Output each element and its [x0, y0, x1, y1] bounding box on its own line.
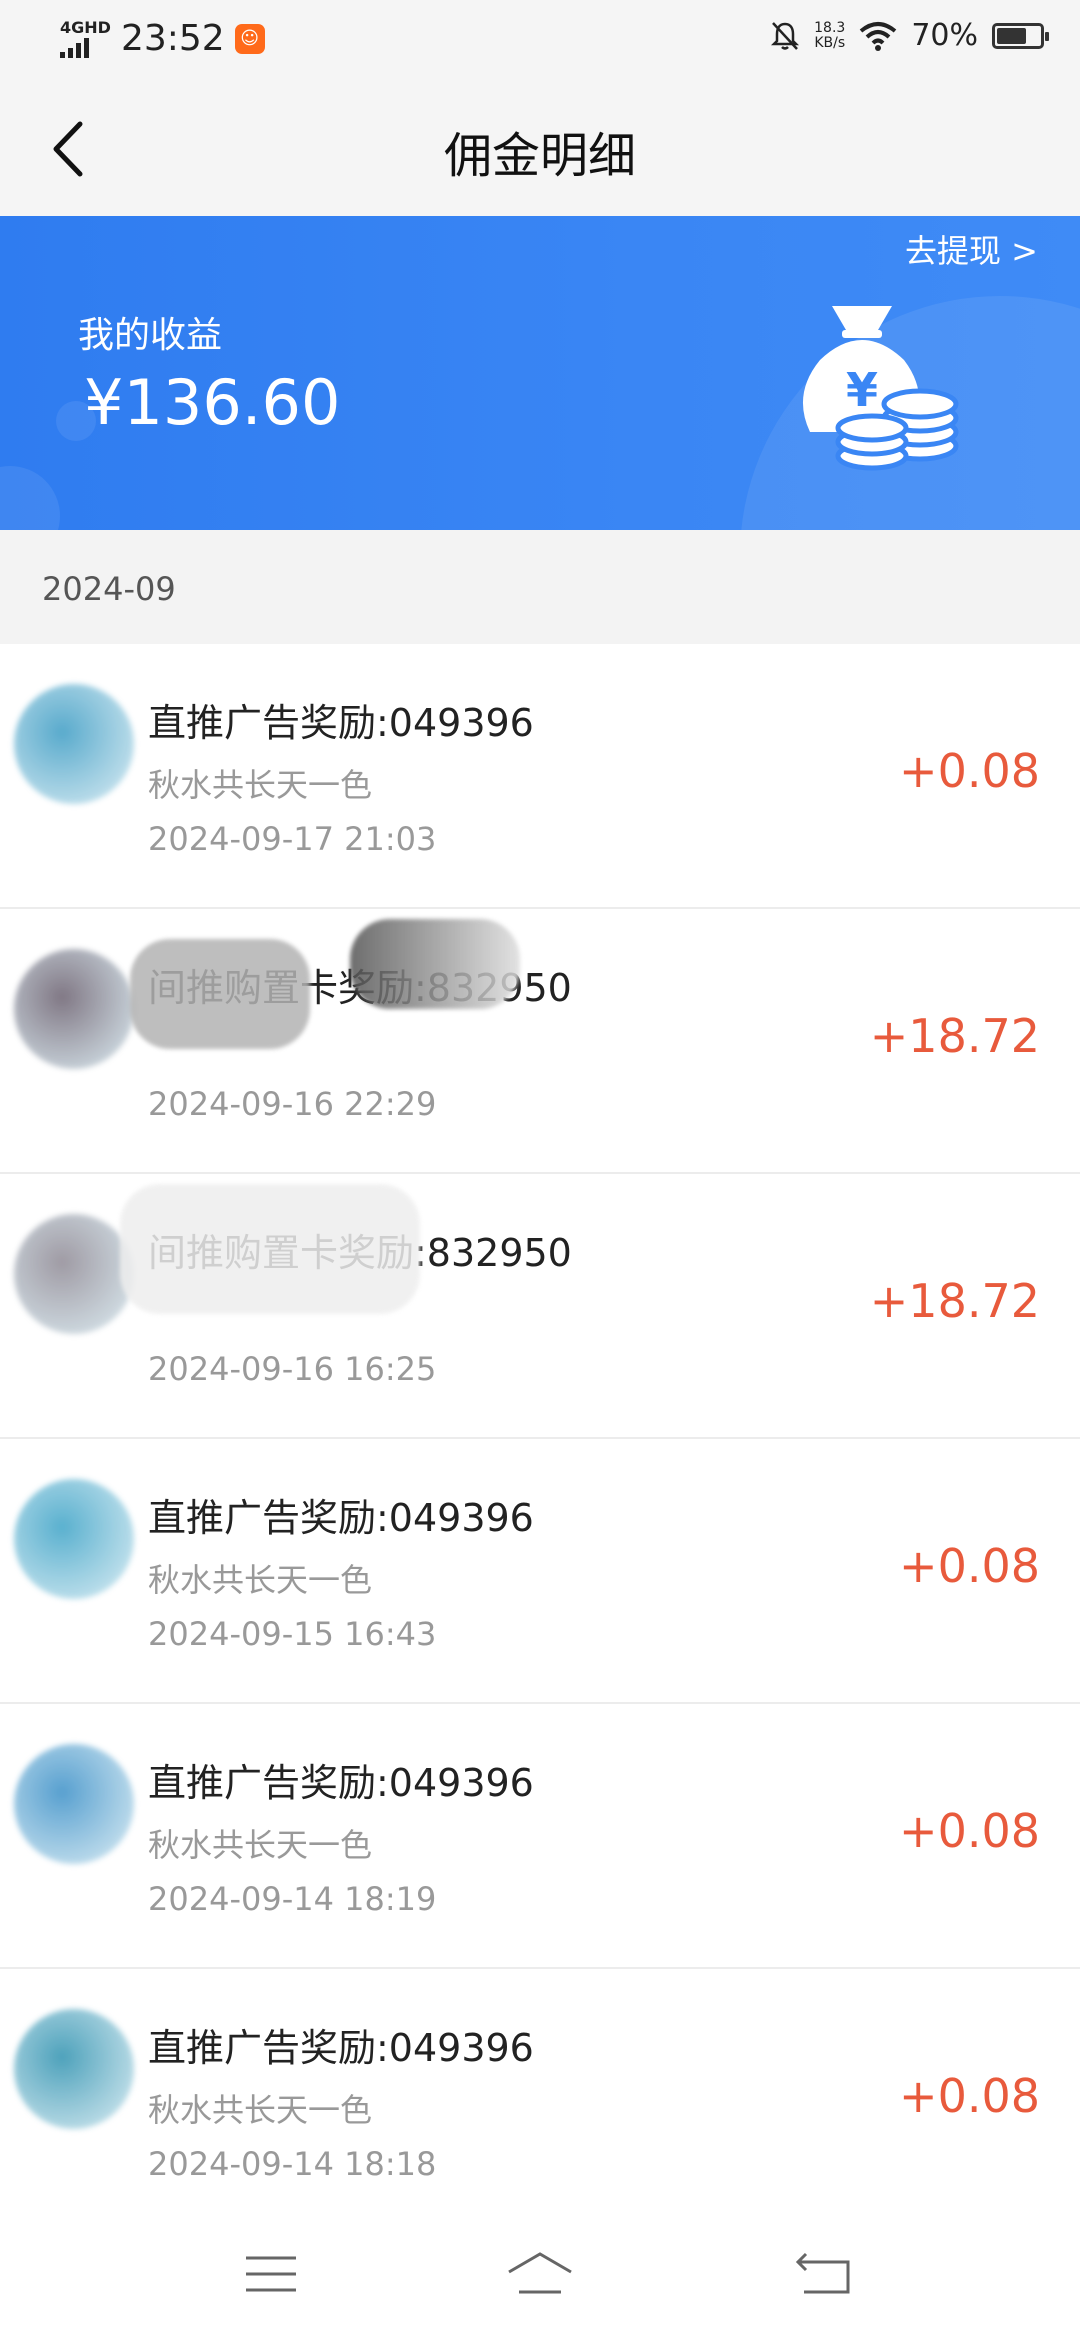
record-time: 2024-09-14 18:18	[148, 2145, 437, 2183]
status-left: 4GHD 23:52 ☺	[60, 18, 265, 59]
record-time: 2024-09-16 22:29	[148, 1085, 437, 1123]
record-amount: +0.08	[899, 1539, 1040, 1593]
app-notification-icon: ☺	[234, 23, 265, 54]
network-indicator: 4GHD	[60, 17, 111, 58]
record-amount: +18.72	[869, 1009, 1040, 1063]
record-amount: +0.08	[899, 1804, 1040, 1858]
earnings-banner: 去提现 > 我的收益 ¥136.60 ¥	[0, 216, 1080, 530]
record-title: 直推广告奖励:049396	[148, 701, 534, 745]
wifi-icon	[860, 21, 897, 51]
withdraw-link[interactable]: 去提现 >	[905, 226, 1038, 272]
record-time: 2024-09-14 18:19	[148, 1880, 437, 1918]
speed-value: 18.3	[814, 19, 846, 36]
redaction-scribble	[120, 1184, 420, 1314]
nav-bar: 佣金明细	[0, 84, 1080, 216]
month-header: 2024-09	[0, 530, 1080, 644]
record-title: 直推广告奖励:049396	[148, 1761, 534, 1805]
network-speed: 18.3 KB/s	[814, 19, 846, 51]
avatar	[14, 684, 134, 804]
home-icon[interactable]	[505, 2248, 575, 2300]
page-title: 佣金明细	[443, 128, 636, 184]
list-item[interactable]: 直推广告奖励:049396 秋水共长天一色 2024-09-15 16:43 +…	[0, 1439, 1080, 1704]
avatar	[14, 1479, 134, 1599]
record-title: 直推广告奖励:049396	[148, 1496, 534, 1540]
network-type: 4GHD	[60, 17, 111, 37]
redaction-scribble	[130, 939, 310, 1049]
mute-bell-icon	[771, 21, 800, 50]
list-item[interactable]: 直推广告奖励:049396 秋水共长天一色 2024-09-14 18:18 +…	[0, 1969, 1080, 2234]
record-time: 2024-09-17 21:03	[148, 820, 437, 858]
avatar	[14, 1744, 134, 1864]
list-item[interactable]: 直推广告奖励:049396 秋水共长天一色 2024-09-14 18:19 +…	[0, 1704, 1080, 1969]
record-amount: +0.08	[899, 744, 1040, 798]
signal-icon	[60, 36, 111, 58]
record-time: 2024-09-16 16:25	[148, 1350, 437, 1388]
battery-percent: 70%	[911, 18, 978, 53]
record-time: 2024-09-15 16:43	[148, 1615, 437, 1653]
record-amount: +18.72	[869, 1274, 1040, 1328]
record-subtitle: 秋水共长天一色	[148, 766, 373, 804]
money-bag-icon: ¥	[802, 306, 959, 471]
back-icon[interactable]	[790, 2248, 860, 2300]
status-right: 18.3 KB/s 70%	[770, 18, 1049, 53]
svg-text:¥: ¥	[846, 363, 878, 417]
avatar	[14, 2009, 134, 2129]
record-subtitle: 秋水共长天一色	[148, 2091, 373, 2129]
record-title: 直推广告奖励:049396	[148, 2026, 534, 2070]
system-nav-bar	[0, 2200, 1080, 2340]
menu-icon[interactable]	[236, 2248, 306, 2300]
record-subtitle: 秋水共长天一色	[148, 1561, 373, 1599]
avatar	[14, 949, 134, 1069]
record-subtitle: 秋水共长天一色	[148, 1826, 373, 1864]
battery-icon	[992, 22, 1049, 49]
redaction-scribble	[350, 919, 520, 1009]
status-bar: 4GHD 23:52 ☺ 18.3 KB/s 70%	[0, 0, 1080, 84]
speed-unit: KB/s	[814, 34, 846, 51]
battery-fill	[997, 27, 1026, 44]
clock: 23:52	[120, 18, 225, 59]
commission-list: 直推广告奖励:049396 秋水共长天一色 2024-09-17 21:03 +…	[0, 644, 1080, 2234]
list-item[interactable]: 间推购置卡奖励:832950 2024-09-16 16:25 +18.72	[0, 1174, 1080, 1439]
avatar	[14, 1214, 134, 1334]
list-item[interactable]: 直推广告奖励:049396 秋水共长天一色 2024-09-17 21:03 +…	[0, 644, 1080, 909]
earnings-label: 我的收益	[78, 315, 223, 356]
record-amount: +0.08	[899, 2069, 1040, 2123]
decor-bubble	[0, 466, 60, 530]
month-label: 2024-09	[42, 570, 176, 608]
list-item[interactable]: 间推购置卡奖励:832950 2024-09-16 22:29 +18.72	[0, 909, 1080, 1174]
earnings-amount: ¥136.60	[84, 366, 341, 439]
